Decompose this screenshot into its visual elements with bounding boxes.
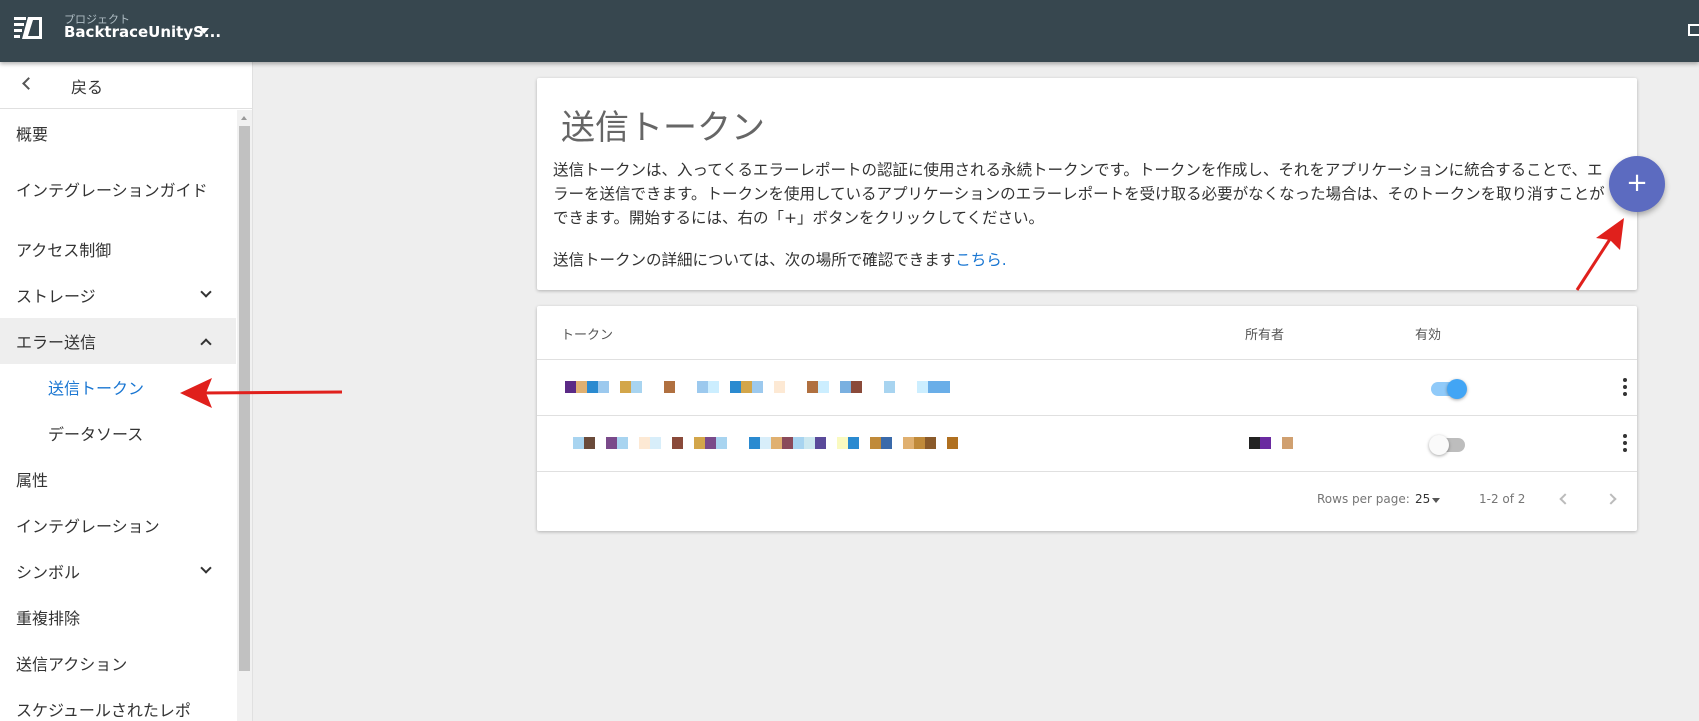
sidebar-item-access-control[interactable]: アクセス制御 (0, 226, 236, 272)
more-info-label: 送信トークンの詳細については、次の場所で確認できます (553, 251, 956, 269)
sidebar-item-integrations[interactable]: インテグレーション (0, 502, 236, 548)
info-card: 送信トークン 送信トークンは、入ってくるエラーレポートの認証に使用される永続トー… (537, 78, 1637, 290)
pagination-range: 1-2 of 2 (1479, 492, 1526, 506)
sidebar-item-attributes[interactable]: 属性 (0, 456, 236, 502)
caret-down-icon[interactable] (1432, 498, 1440, 503)
sidebar-item-scheduled-reports[interactable]: スケジュールされたレポ (0, 686, 236, 721)
rows-per-page-label: Rows per page: (1317, 492, 1410, 506)
sidebar-item-submission-tokens[interactable]: 送信トークン (0, 364, 236, 410)
enabled-toggle[interactable] (1431, 379, 1467, 399)
backtrace-logo-icon[interactable] (14, 14, 42, 42)
more-vert-icon[interactable] (1623, 434, 1627, 452)
scroll-up-icon[interactable] (241, 116, 247, 120)
column-header-owner[interactable]: 所有者 (1245, 324, 1284, 343)
chevron-down-icon (200, 562, 212, 574)
table-row[interactable] (537, 416, 1637, 472)
sidebar-item-submission-actions[interactable]: 送信アクション (0, 640, 236, 686)
back-button[interactable]: 戻る (0, 62, 252, 109)
sidebar-item-integration-guide[interactable]: インテグレーションガイド (0, 156, 236, 226)
top-app-bar: プロジェクト BacktraceUnityS... (0, 0, 1699, 62)
table-row[interactable] (537, 360, 1637, 416)
column-header-token[interactable]: トークン (561, 324, 613, 343)
redacted-token (573, 437, 958, 449)
sidebar-item-label: シンボル (16, 563, 81, 582)
enabled-toggle[interactable] (1429, 435, 1465, 455)
sidebar: 戻る 概要 インテグレーションガイド アクセス制御 ストレージ エラー送信 送信… (0, 62, 253, 721)
sidebar-item-error-submission[interactable]: エラー送信 (0, 318, 236, 364)
chevron-left-icon (22, 77, 35, 90)
project-selector[interactable]: BacktraceUnityS... (64, 23, 221, 41)
column-header-enabled[interactable]: 有効 (1415, 324, 1441, 343)
chevron-left-icon[interactable] (1559, 493, 1571, 505)
sidebar-nav: 概要 インテグレーションガイド アクセス制御 ストレージ エラー送信 送信トーク… (0, 110, 236, 721)
scrollbar-thumb[interactable] (239, 126, 250, 671)
more-vert-icon[interactable] (1623, 378, 1627, 396)
sidebar-item-symbols[interactable]: シンボル (0, 548, 236, 594)
sidebar-item-overview[interactable]: 概要 (0, 110, 236, 156)
sidebar-item-label: エラー送信 (16, 333, 97, 352)
caret-down-icon[interactable] (199, 28, 209, 34)
toggle-knob (1447, 379, 1467, 399)
rows-per-page-select[interactable]: 25 (1415, 492, 1430, 506)
chevron-up-icon (200, 338, 212, 350)
chevron-down-icon (200, 286, 212, 298)
page-description: 送信トークンは、入ってくるエラーレポートの認証に使用される永続トークンです。トー… (553, 161, 1605, 227)
redacted-token (565, 381, 950, 393)
toggle-knob (1429, 435, 1449, 455)
more-info-text: 送信トークンの詳細については、次の場所で確認できますこちら. (553, 248, 1007, 270)
dashboard-icon[interactable] (1688, 24, 1699, 36)
back-label: 戻る (71, 78, 104, 97)
sidebar-item-label: ストレージ (16, 287, 96, 306)
more-info-link[interactable]: こちら. (955, 251, 1006, 269)
sidebar-item-storage[interactable]: ストレージ (0, 272, 236, 318)
sidebar-item-deduplication[interactable]: 重複排除 (0, 594, 236, 640)
add-token-button[interactable]: + (1609, 156, 1665, 212)
page-title: 送信トークン (561, 108, 765, 148)
sidebar-item-data-sources[interactable]: データソース (0, 410, 236, 456)
sidebar-scrollbar[interactable] (237, 110, 252, 721)
redacted-owner (1249, 437, 1293, 449)
chevron-right-icon[interactable] (1605, 493, 1617, 505)
table-pagination: Rows per page: 25 1-2 of 2 (537, 472, 1637, 529)
tokens-table: トークン 所有者 有効 Rows per page: 25 1-2 of 2 (537, 306, 1637, 531)
